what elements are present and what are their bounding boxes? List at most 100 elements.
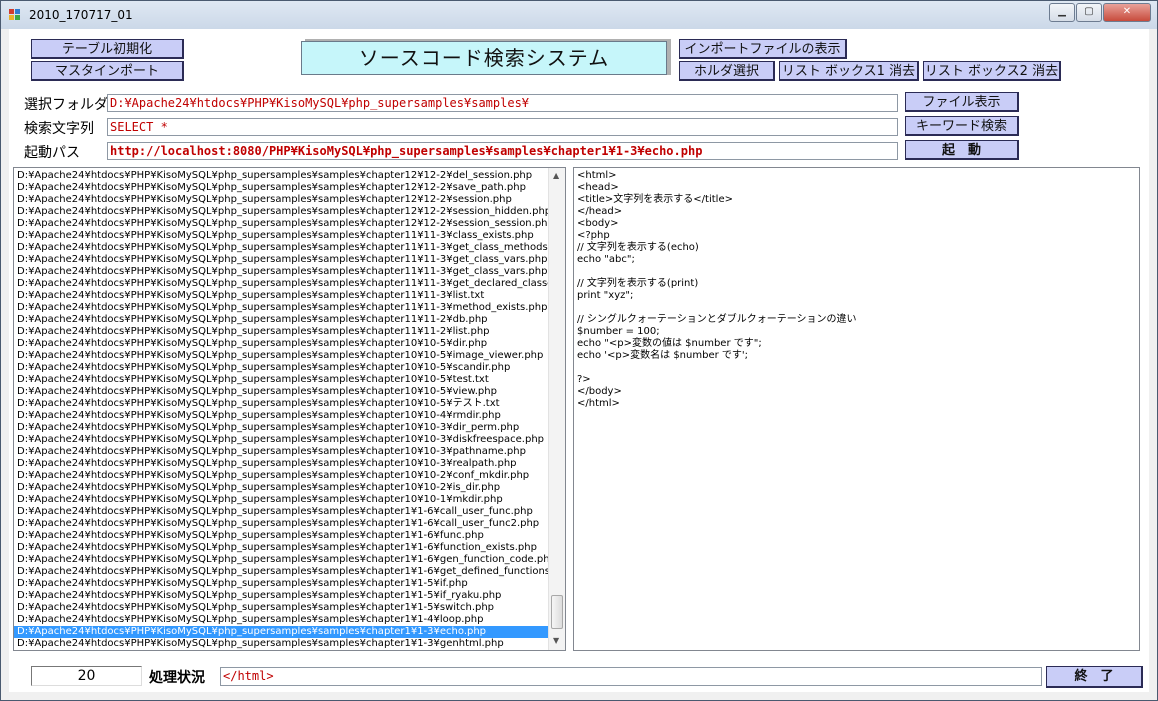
page-title: ソースコード検索システム	[301, 41, 667, 75]
folder-select-button[interactable]: ホルダ選択	[679, 61, 775, 81]
list-item[interactable]: D:¥Apache24¥htdocs¥PHP¥KisoMySQL¥php_sup…	[14, 278, 550, 290]
list-item[interactable]: D:¥Apache24¥htdocs¥PHP¥KisoMySQL¥php_sup…	[14, 326, 550, 338]
code-line: echo "abc";	[577, 254, 635, 265]
status-field: </html>	[220, 667, 1042, 686]
table-init-button[interactable]: テーブル初期化	[31, 39, 184, 59]
list-item[interactable]: D:¥Apache24¥htdocs¥PHP¥KisoMySQL¥php_sup…	[14, 494, 550, 506]
app-window: 2010_170717_01 ▁ ▢ ✕ テーブル初期化 マスタインポート ソー…	[0, 0, 1158, 701]
code-line: <?php	[577, 230, 610, 241]
maximize-icon: ▢	[1084, 6, 1094, 17]
code-line: ?>	[577, 374, 591, 385]
scroll-up-icon[interactable]: ▲	[553, 171, 559, 180]
list-item[interactable]: D:¥Apache24¥htdocs¥PHP¥KisoMySQL¥php_sup…	[14, 578, 550, 590]
list-item[interactable]: D:¥Apache24¥htdocs¥PHP¥KisoMySQL¥php_sup…	[14, 182, 550, 194]
minimize-button[interactable]: ▁	[1049, 3, 1075, 22]
app-icon-square-1	[9, 9, 14, 14]
list-item[interactable]: D:¥Apache24¥htdocs¥PHP¥KisoMySQL¥php_sup…	[14, 266, 550, 278]
code-line: <html>	[577, 170, 617, 181]
list-item[interactable]: D:¥Apache24¥htdocs¥PHP¥KisoMySQL¥php_sup…	[14, 626, 550, 638]
list-item[interactable]: D:¥Apache24¥htdocs¥PHP¥KisoMySQL¥php_sup…	[14, 290, 550, 302]
list-item[interactable]: D:¥Apache24¥htdocs¥PHP¥KisoMySQL¥php_sup…	[14, 518, 550, 530]
list-item[interactable]: D:¥Apache24¥htdocs¥PHP¥KisoMySQL¥php_sup…	[14, 458, 550, 470]
code-line: echo "<p>変数の値は $number です";	[577, 338, 762, 349]
code-line: // 文字列を表示する(print)	[577, 278, 699, 289]
code-line: // シングルクォーテーションとダブルクォーテーションの違い	[577, 314, 857, 325]
maximize-button[interactable]: ▢	[1076, 3, 1102, 22]
close-button[interactable]: ✕	[1103, 3, 1151, 22]
status-count: 20	[31, 666, 142, 686]
list-item[interactable]: D:¥Apache24¥htdocs¥PHP¥KisoMySQL¥php_sup…	[14, 542, 550, 554]
title-bar[interactable]: 2010_170717_01 ▁ ▢ ✕	[1, 1, 1157, 29]
launch-path-field[interactable]: http://localhost:8080/PHP¥KisoMySQL¥php_…	[107, 142, 898, 160]
list-item[interactable]: D:¥Apache24¥htdocs¥PHP¥KisoMySQL¥php_sup…	[14, 422, 550, 434]
app-icon-square-4	[15, 15, 20, 20]
list-item[interactable]: D:¥Apache24¥htdocs¥PHP¥KisoMySQL¥php_sup…	[14, 338, 550, 350]
code-viewer[interactable]: <html> <head> <title>文字列を表示する</title> </hea…	[573, 167, 1140, 651]
list-scrollbar[interactable]: ▲ ▼	[548, 168, 565, 650]
clear-listbox1-button[interactable]: リスト ボックス1 消去	[779, 61, 919, 81]
keyword-search-button[interactable]: キーワード検索	[905, 116, 1019, 136]
list-item[interactable]: D:¥Apache24¥htdocs¥PHP¥KisoMySQL¥php_sup…	[14, 482, 550, 494]
folder-field[interactable]: D:¥Apache24¥htdocs¥PHP¥KisoMySQL¥php_sup…	[107, 94, 898, 112]
code-lines: <html> <head> <title>文字列を表示する</title> </hea…	[577, 170, 857, 410]
show-file-button[interactable]: ファイル表示	[905, 92, 1019, 112]
code-line: <title>文字列を表示する</title>	[577, 194, 733, 205]
list-item[interactable]: D:¥Apache24¥htdocs¥PHP¥KisoMySQL¥php_sup…	[14, 194, 550, 206]
app-icon	[9, 9, 22, 21]
app-icon-square-2	[15, 9, 20, 14]
search-label: 検索文字列	[24, 121, 94, 137]
code-line: <body>	[577, 218, 619, 229]
list-item[interactable]: D:¥Apache24¥htdocs¥PHP¥KisoMySQL¥php_sup…	[14, 434, 550, 446]
list-item[interactable]: D:¥Apache24¥htdocs¥PHP¥KisoMySQL¥php_sup…	[14, 470, 550, 482]
list-item[interactable]: D:¥Apache24¥htdocs¥PHP¥KisoMySQL¥php_sup…	[14, 506, 550, 518]
search-input[interactable]: SELECT *	[107, 118, 898, 136]
list-item[interactable]: D:¥Apache24¥htdocs¥PHP¥KisoMySQL¥php_sup…	[14, 230, 550, 242]
list-item[interactable]: D:¥Apache24¥htdocs¥PHP¥KisoMySQL¥php_sup…	[14, 446, 550, 458]
client-area: テーブル初期化 マスタインポート ソースコード検索システム インポートファイルの…	[9, 29, 1149, 692]
list-item[interactable]: D:¥Apache24¥htdocs¥PHP¥KisoMySQL¥php_sup…	[14, 590, 550, 602]
list-item[interactable]: D:¥Apache24¥htdocs¥PHP¥KisoMySQL¥php_sup…	[14, 302, 550, 314]
launch-path-label: 起動パス	[24, 145, 80, 161]
list-item[interactable]: D:¥Apache24¥htdocs¥PHP¥KisoMySQL¥php_sup…	[14, 614, 550, 626]
code-line: $number = 100;	[577, 326, 660, 337]
list-item[interactable]: D:¥Apache24¥htdocs¥PHP¥KisoMySQL¥php_sup…	[14, 206, 550, 218]
launch-button[interactable]: 起 動	[905, 140, 1019, 160]
close-icon: ✕	[1122, 6, 1132, 17]
list-item[interactable]: D:¥Apache24¥htdocs¥PHP¥KisoMySQL¥php_sup…	[14, 350, 550, 362]
list-item[interactable]: D:¥Apache24¥htdocs¥PHP¥KisoMySQL¥php_sup…	[14, 554, 550, 566]
list-item[interactable]: D:¥Apache24¥htdocs¥PHP¥KisoMySQL¥php_sup…	[14, 602, 550, 614]
file-listbox[interactable]: D:¥Apache24¥htdocs¥PHP¥KisoMySQL¥php_sup…	[13, 167, 566, 651]
list-item[interactable]: D:¥Apache24¥htdocs¥PHP¥KisoMySQL¥php_sup…	[14, 242, 550, 254]
code-line: </head>	[577, 206, 623, 217]
code-line: <head>	[577, 182, 619, 193]
master-import-button[interactable]: マスタインポート	[31, 61, 184, 81]
scroll-thumb[interactable]	[551, 595, 563, 629]
list-item[interactable]: D:¥Apache24¥htdocs¥PHP¥KisoMySQL¥php_sup…	[14, 398, 550, 410]
list-item[interactable]: D:¥Apache24¥htdocs¥PHP¥KisoMySQL¥php_sup…	[14, 254, 550, 266]
list-item[interactable]: D:¥Apache24¥htdocs¥PHP¥KisoMySQL¥php_sup…	[14, 530, 550, 542]
code-line: // 文字列を表示する(echo)	[577, 242, 699, 253]
list-item[interactable]: D:¥Apache24¥htdocs¥PHP¥KisoMySQL¥php_sup…	[14, 410, 550, 422]
clear-listbox2-button[interactable]: リスト ボックス2 消去	[923, 61, 1061, 81]
list-item[interactable]: D:¥Apache24¥htdocs¥PHP¥KisoMySQL¥php_sup…	[14, 314, 550, 326]
app-icon-square-3	[9, 15, 14, 20]
minimize-icon: ▁	[1058, 6, 1066, 17]
list-item[interactable]: D:¥Apache24¥htdocs¥PHP¥KisoMySQL¥php_sup…	[14, 386, 550, 398]
code-line: echo '<p>変数名は $number です';	[577, 350, 749, 361]
code-line: </html>	[577, 398, 620, 409]
list-item[interactable]: D:¥Apache24¥htdocs¥PHP¥KisoMySQL¥php_sup…	[14, 374, 550, 386]
code-line: </body>	[577, 386, 622, 397]
show-import-file-button[interactable]: インポートファイルの表示	[679, 39, 847, 59]
window-title: 2010_170717_01	[29, 8, 133, 22]
list-item[interactable]: D:¥Apache24¥htdocs¥PHP¥KisoMySQL¥php_sup…	[14, 170, 550, 182]
list-item[interactable]: D:¥Apache24¥htdocs¥PHP¥KisoMySQL¥php_sup…	[14, 566, 550, 578]
scroll-down-icon[interactable]: ▼	[553, 636, 559, 645]
exit-button[interactable]: 終 了	[1046, 666, 1143, 688]
list-item[interactable]: D:¥Apache24¥htdocs¥PHP¥KisoMySQL¥php_sup…	[14, 218, 550, 230]
code-line: print "xyz";	[577, 290, 634, 301]
list-item[interactable]: D:¥Apache24¥htdocs¥PHP¥KisoMySQL¥php_sup…	[14, 638, 550, 650]
list-item[interactable]: D:¥Apache24¥htdocs¥PHP¥KisoMySQL¥php_sup…	[14, 362, 550, 374]
